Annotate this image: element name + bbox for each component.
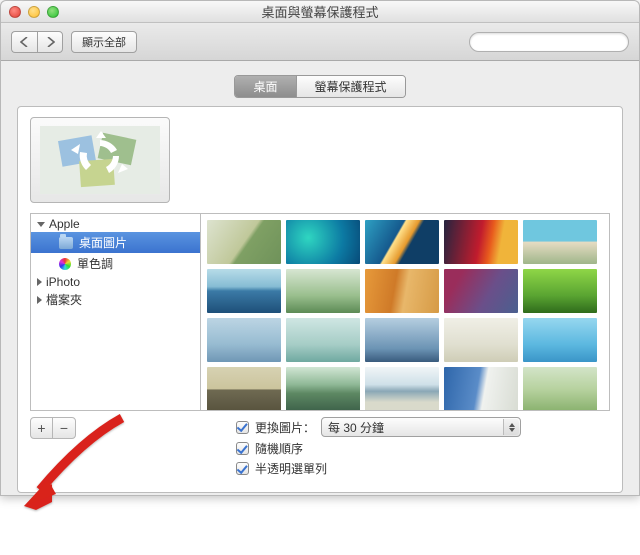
wallpaper-thumb[interactable] bbox=[523, 220, 597, 264]
search-field[interactable] bbox=[469, 32, 629, 52]
wallpaper-thumb[interactable] bbox=[523, 318, 597, 362]
show-all-label: 顯示全部 bbox=[82, 34, 126, 50]
wallpaper-thumb[interactable] bbox=[286, 318, 360, 362]
show-all-button[interactable]: 顯示全部 bbox=[71, 31, 137, 53]
minus-icon: − bbox=[60, 420, 68, 436]
chevron-right-icon bbox=[46, 37, 55, 47]
titlebar: 桌面與螢幕保護程式 bbox=[1, 1, 639, 23]
tab-screensaver-label: 螢幕保護程式 bbox=[315, 80, 387, 94]
interval-popup[interactable]: 每 30 分鐘 bbox=[321, 417, 521, 437]
change-picture-label: 更換圖片： bbox=[255, 419, 315, 436]
tab-screensaver[interactable]: 螢幕保護程式 bbox=[297, 76, 405, 97]
desktop-preview-well[interactable] bbox=[30, 117, 170, 203]
chevron-left-icon bbox=[20, 37, 29, 47]
close-button[interactable] bbox=[9, 6, 21, 18]
toolbar: 顯示全部 bbox=[1, 23, 639, 61]
random-order-checkbox[interactable] bbox=[236, 442, 249, 455]
sidebar-item-desktop-pictures[interactable]: 桌面圖片 bbox=[31, 232, 200, 253]
source-sidebar: Apple 桌面圖片 單色調 iPhoto bbox=[30, 213, 200, 411]
segmented-tabs: 桌面 螢幕保護程式 bbox=[17, 75, 623, 98]
folder-icon bbox=[59, 237, 73, 249]
preview-row bbox=[30, 117, 610, 203]
plus-icon: + bbox=[37, 420, 45, 436]
sidebar-item-solid-colors[interactable]: 單色調 bbox=[31, 253, 200, 274]
prefpane-window: 桌面與螢幕保護程式 顯示全部 桌面 螢幕保護程式 bbox=[0, 0, 640, 496]
remove-folder-button[interactable]: − bbox=[53, 418, 75, 438]
wallpaper-thumb[interactable] bbox=[523, 367, 597, 411]
sidebar-group-folders[interactable]: 檔案夾 bbox=[31, 290, 200, 309]
window-controls bbox=[9, 6, 59, 18]
sidebar-group-label: 檔案夾 bbox=[46, 291, 82, 308]
sidebar-group-iphoto[interactable]: iPhoto bbox=[31, 274, 200, 290]
recycle-icon bbox=[40, 126, 160, 194]
add-folder-button[interactable]: + bbox=[31, 418, 53, 438]
wallpaper-thumb[interactable] bbox=[444, 220, 518, 264]
thumbnail-grid bbox=[207, 220, 603, 411]
minimize-button[interactable] bbox=[28, 6, 40, 18]
translucent-menubar-label: 半透明選單列 bbox=[255, 460, 327, 477]
sidebar-item-label: 單色調 bbox=[77, 255, 113, 272]
wallpaper-thumb[interactable] bbox=[365, 367, 439, 411]
options-group: 更換圖片： 每 30 分鐘 隨機順序 bbox=[236, 417, 521, 480]
change-picture-checkbox[interactable] bbox=[236, 421, 249, 434]
wallpaper-thumb[interactable] bbox=[444, 269, 518, 313]
desktop-preview-image bbox=[40, 126, 160, 194]
wallpaper-thumb[interactable] bbox=[286, 220, 360, 264]
wallpaper-thumb[interactable] bbox=[365, 318, 439, 362]
wallpaper-thumb[interactable] bbox=[523, 269, 597, 313]
wallpaper-thumb[interactable] bbox=[444, 318, 518, 362]
disclosure-triangle-icon bbox=[37, 278, 42, 286]
wallpaper-thumb[interactable] bbox=[365, 220, 439, 264]
panel: Apple 桌面圖片 單色調 iPhoto bbox=[17, 106, 623, 493]
thumbnail-grid-container bbox=[200, 213, 610, 411]
wallpaper-thumb[interactable] bbox=[365, 269, 439, 313]
option-random-order: 隨機順序 bbox=[236, 440, 521, 457]
option-change-picture: 更換圖片： 每 30 分鐘 bbox=[236, 417, 521, 437]
disclosure-triangle-icon bbox=[37, 222, 45, 227]
random-order-label: 隨機順序 bbox=[255, 440, 303, 457]
wallpaper-thumb[interactable] bbox=[207, 220, 281, 264]
zoom-button[interactable] bbox=[47, 6, 59, 18]
nav-buttons bbox=[11, 31, 63, 53]
search-input[interactable] bbox=[480, 36, 622, 48]
wallpaper-thumb[interactable] bbox=[444, 367, 518, 411]
popup-arrows-icon bbox=[503, 419, 519, 435]
wallpaper-thumb[interactable] bbox=[207, 367, 281, 411]
translucent-menubar-checkbox[interactable] bbox=[236, 462, 249, 475]
option-translucent-menubar: 半透明選單列 bbox=[236, 460, 521, 477]
tab-desktop-label: 桌面 bbox=[253, 80, 277, 94]
bottom-row: + − 更換圖片： 每 30 分鐘 bbox=[30, 417, 610, 480]
add-remove-group: + − bbox=[30, 417, 76, 439]
disclosure-triangle-icon bbox=[37, 296, 42, 304]
window-title: 桌面與螢幕保護程式 bbox=[1, 2, 639, 21]
split-view: Apple 桌面圖片 單色調 iPhoto bbox=[30, 213, 610, 411]
sidebar-group-label: iPhoto bbox=[46, 275, 80, 289]
sidebar-group-label: Apple bbox=[49, 217, 80, 231]
forward-button[interactable] bbox=[37, 31, 63, 53]
wallpaper-thumb[interactable] bbox=[207, 318, 281, 362]
sidebar-item-label: 桌面圖片 bbox=[79, 234, 127, 251]
interval-value: 每 30 分鐘 bbox=[328, 419, 384, 436]
back-button[interactable] bbox=[11, 31, 37, 53]
color-wheel-icon bbox=[59, 258, 71, 270]
sidebar-group-apple[interactable]: Apple bbox=[31, 216, 200, 232]
wallpaper-thumb[interactable] bbox=[207, 269, 281, 313]
wallpaper-thumb[interactable] bbox=[286, 269, 360, 313]
content-body: 桌面 螢幕保護程式 bbox=[1, 61, 639, 495]
tab-desktop[interactable]: 桌面 bbox=[235, 76, 296, 97]
wallpaper-thumb[interactable] bbox=[286, 367, 360, 411]
